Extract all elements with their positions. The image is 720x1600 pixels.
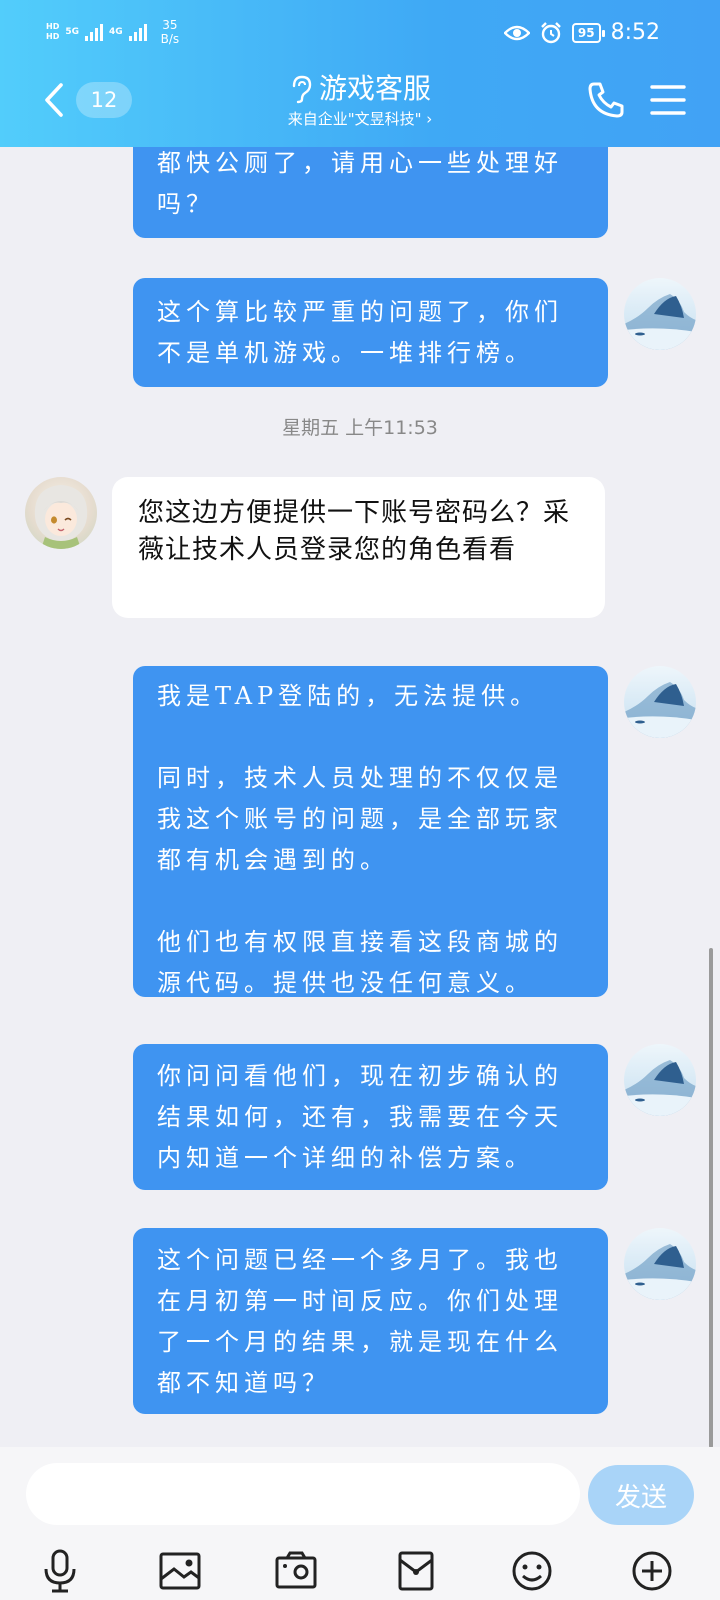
camera-button[interactable]: [272, 1547, 320, 1595]
chat-subtitle: 来自企业"文昱科技" ›: [287, 110, 433, 128]
signal-icon: [85, 23, 103, 41]
camera-icon: [275, 1551, 317, 1589]
hd-label-1: HD: [46, 22, 60, 31]
ear-icon: [292, 75, 312, 104]
voice-button[interactable]: [36, 1547, 84, 1595]
network-speed-unit: B/s: [160, 32, 180, 46]
hd-label-2: HD: [46, 32, 60, 41]
clock: 8:52: [610, 20, 660, 45]
chat-title: 游戏客服: [318, 72, 431, 105]
back-button[interactable]: [34, 78, 74, 122]
message-list[interactable]: 都快公厕了，请用心一些处理好吗？ 这个算比较严重的问题了，你们不是单机游戏。一堆…: [0, 147, 720, 1447]
sent-message-bubble[interactable]: 你问问看他们，现在初步确认的结果如何，还有，我需要在今天内知道一个详细的补偿方案…: [133, 1044, 608, 1190]
user-avatar[interactable]: [624, 1044, 696, 1116]
title-row: 游戏客服: [200, 70, 520, 108]
menu-button[interactable]: [650, 84, 686, 116]
photo-button[interactable]: [156, 1547, 204, 1595]
network-speed-value: 35: [162, 18, 178, 32]
network-type-1: 5G: [65, 27, 79, 37]
chat-title-area[interactable]: 游戏客服 来自企业"文昱科技" ›: [200, 70, 520, 130]
mic-icon: [44, 1549, 76, 1593]
signal-icon: [128, 23, 147, 41]
unread-count-badge[interactable]: 12: [76, 82, 132, 118]
call-button[interactable]: [586, 80, 626, 120]
anime-character-avatar-image: [34, 485, 88, 549]
red-packet-button[interactable]: [392, 1547, 440, 1595]
status-right: 95 8:52: [503, 20, 660, 45]
agent-avatar[interactable]: [25, 477, 97, 549]
send-button[interactable]: 发送: [588, 1465, 694, 1525]
user-avatar[interactable]: [624, 666, 696, 738]
alarm-icon: [541, 21, 561, 43]
battery-indicator: 95: [571, 22, 605, 43]
plus-icon: [632, 1551, 672, 1591]
hd-indicators: HD HD: [46, 22, 59, 42]
sent-message-bubble[interactable]: 我是TAP登陆的，无法提供。 同时，技术人员处理的不仅仅是我这个账号的问题，是全…: [133, 666, 608, 997]
status-bar: HD HD 5G 4G 35 B/s 95 8:52: [0, 0, 720, 64]
chevron-left-icon: [45, 83, 63, 117]
user-avatar[interactable]: [624, 278, 696, 350]
network-type-2: 4G: [109, 27, 123, 37]
input-bar: 发送: [0, 1447, 720, 1600]
sent-message-bubble[interactable]: 这个算比较严重的问题了，你们不是单机游戏。一堆排行榜。: [133, 278, 608, 387]
message-input[interactable]: [26, 1463, 580, 1525]
menu-icon: [650, 85, 686, 115]
input-toolbar: [0, 1547, 720, 1597]
chat-header: HD HD 5G 4G 35 B/s 95 8:52 12 游戏客服 来自企业": [0, 0, 720, 147]
scrollbar[interactable]: [709, 948, 713, 1448]
user-avatar[interactable]: [624, 1228, 696, 1300]
eye-icon: [503, 25, 530, 40]
image-icon: [159, 1552, 201, 1590]
received-message-bubble[interactable]: 您这边方便提供一下账号密码么？采薇让技术人员登录您的角色看看: [112, 477, 605, 618]
sent-message-bubble[interactable]: 这个问题已经一个多月了。我也在月初第一时间反应。你们处理了一个月的结果，就是现在…: [133, 1228, 608, 1414]
landscape-avatar-image: [624, 682, 696, 738]
landscape-avatar-image: [624, 1244, 696, 1300]
status-left: HD HD 5G 4G 35 B/s: [46, 18, 179, 46]
phone-icon: [588, 82, 624, 118]
message-timestamp: 星期五 上午11:53: [282, 417, 438, 439]
emoji-icon: [512, 1551, 552, 1591]
network-speed: 35 B/s: [161, 18, 180, 46]
red-packet-icon: [398, 1551, 434, 1591]
landscape-avatar-image: [624, 1060, 696, 1116]
sent-message-bubble[interactable]: 都快公厕了，请用心一些处理好吗？: [133, 147, 608, 238]
emoji-button[interactable]: [508, 1547, 556, 1595]
landscape-avatar-image: [624, 294, 696, 350]
more-button[interactable]: [628, 1547, 676, 1595]
